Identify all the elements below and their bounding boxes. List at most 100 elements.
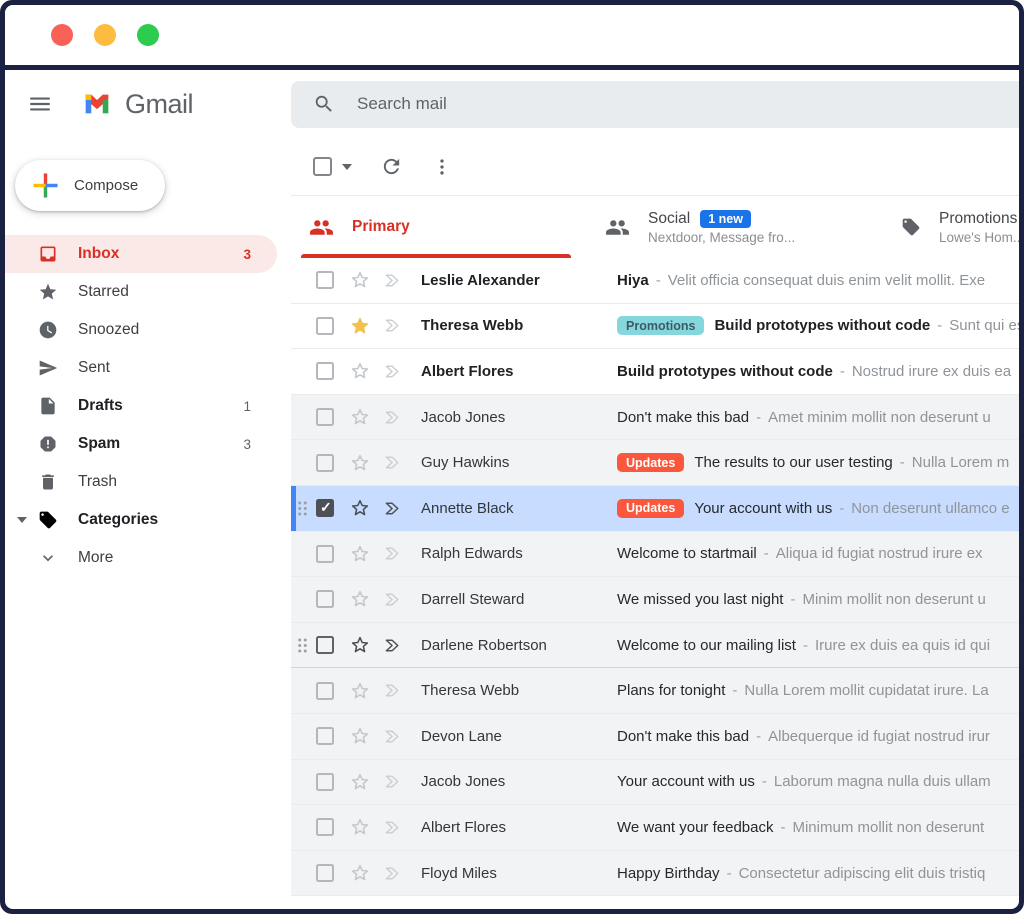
email-row[interactable]: Albert Flores Build prototypes without c…: [291, 349, 1019, 395]
star-icon[interactable]: [349, 543, 371, 565]
email-sender: Albert Flores: [421, 363, 617, 380]
email-snippet: Nulla Lorem m: [912, 454, 1010, 471]
select-all-checkbox[interactable]: [313, 157, 332, 176]
sidebar-item[interactable]: More: [5, 539, 277, 577]
email-checkbox[interactable]: [316, 773, 334, 791]
email-row[interactable]: Devon Lane Don't make this bad - Albeque…: [291, 714, 1019, 760]
compose-button[interactable]: Compose: [15, 160, 165, 211]
traffic-light[interactable]: [94, 24, 116, 46]
importance-marker-icon[interactable]: [382, 589, 403, 610]
importance-marker-icon[interactable]: [382, 863, 403, 884]
email-row[interactable]: Darlene Robertson Welcome to our mailing…: [291, 623, 1019, 669]
email-checkbox[interactable]: [316, 317, 334, 335]
email-checkbox[interactable]: [316, 727, 334, 745]
email-checkbox[interactable]: [316, 408, 334, 426]
email-checkbox[interactable]: [316, 590, 334, 608]
star-icon[interactable]: [349, 406, 371, 428]
traffic-light[interactable]: [51, 24, 73, 46]
importance-marker-icon[interactable]: [382, 771, 403, 792]
drag-handle-icon[interactable]: [297, 636, 312, 655]
email-snippet: Irure ex duis ea quis id qui: [815, 637, 990, 654]
importance-marker-icon[interactable]: [382, 270, 403, 291]
importance-marker-icon[interactable]: [382, 498, 403, 519]
email-checkbox[interactable]: [316, 864, 334, 882]
email-checkbox[interactable]: [316, 636, 334, 654]
star-filled-icon[interactable]: [349, 315, 371, 337]
email-snippet: Albequerque id fugiat nostrud irur: [768, 728, 990, 745]
sidebar-item[interactable]: Spam 3: [5, 425, 277, 463]
select-dropdown-caret-icon[interactable]: [342, 164, 352, 170]
email-checkbox[interactable]: [316, 362, 334, 380]
sidebar-item-count: 1: [243, 399, 251, 414]
email-row[interactable]: Albert Flores We want your feedback - Mi…: [291, 805, 1019, 851]
star-icon[interactable]: [349, 634, 371, 656]
sidebar-item-label: More: [78, 549, 113, 567]
sidebar-item[interactable]: Trash: [5, 463, 277, 501]
email-row[interactable]: Annette Black Updates Your account with …: [291, 486, 1019, 532]
email-checkbox[interactable]: [316, 454, 334, 472]
email-row[interactable]: Floyd Miles Happy Birthday - Consectetur…: [291, 851, 1019, 897]
email-row[interactable]: Theresa Webb Plans for tonight - Nulla L…: [291, 668, 1019, 714]
email-row[interactable]: Leslie Alexander Hiya - Velit officia co…: [291, 258, 1019, 304]
star-icon[interactable]: [349, 360, 371, 382]
email-row[interactable]: Guy Hawkins Updates The results to our u…: [291, 440, 1019, 486]
importance-marker-icon[interactable]: [382, 407, 403, 428]
star-icon[interactable]: [349, 771, 371, 793]
sidebar-item[interactable]: Starred: [5, 273, 277, 311]
star-icon[interactable]: [349, 588, 371, 610]
refresh-icon[interactable]: [380, 155, 403, 178]
email-checkbox[interactable]: [316, 682, 334, 700]
email-row[interactable]: Jacob Jones Don't make this bad - Amet m…: [291, 395, 1019, 441]
more-options-icon[interactable]: [431, 156, 453, 178]
email-snippet: Consectetur adipiscing elit duis tristiq: [739, 865, 986, 882]
star-icon[interactable]: [349, 725, 371, 747]
search-input[interactable]: [357, 94, 861, 114]
tab-promotions[interactable]: Promotions Lowe's Hom...: [883, 196, 1019, 258]
expander-caret-icon[interactable]: [17, 517, 27, 523]
tab-primary[interactable]: Primary: [291, 196, 587, 258]
traffic-light[interactable]: [137, 24, 159, 46]
subject-snippet-separator: -: [900, 454, 905, 471]
star-icon[interactable]: [349, 452, 371, 474]
star-icon[interactable]: [349, 816, 371, 838]
importance-marker-icon[interactable]: [382, 680, 403, 701]
email-sender: Devon Lane: [421, 728, 617, 745]
sidebar-item[interactable]: Categories: [5, 501, 277, 539]
email-row[interactable]: Ralph Edwards Welcome to startmail - Ali…: [291, 532, 1019, 578]
hamburger-menu-icon[interactable]: [27, 91, 53, 117]
email-row[interactable]: Jacob Jones Your account with us - Labor…: [291, 760, 1019, 806]
category-tabs: Primary Social 1 new Nextdoor, Message f…: [291, 196, 1019, 258]
tab-label: Promotions: [939, 210, 1017, 228]
search-bar[interactable]: [291, 81, 1019, 128]
email-subject: We missed you last night: [617, 591, 783, 608]
email-row[interactable]: Theresa Webb Promotions Build prototypes…: [291, 304, 1019, 350]
star-icon[interactable]: [349, 269, 371, 291]
email-sender: Jacob Jones: [421, 409, 617, 426]
star-icon[interactable]: [349, 862, 371, 884]
people-icon: [605, 215, 630, 240]
importance-marker-icon[interactable]: [382, 635, 403, 656]
importance-marker-icon[interactable]: [382, 726, 403, 747]
email-checkbox[interactable]: [316, 545, 334, 563]
importance-marker-icon[interactable]: [382, 315, 403, 336]
tab-social[interactable]: Social 1 new Nextdoor, Message fro...: [587, 196, 883, 258]
sidebar-item[interactable]: Sent: [5, 349, 277, 387]
email-row[interactable]: Darrell Steward We missed you last night…: [291, 577, 1019, 623]
sidebar-item-count: 3: [243, 437, 251, 452]
sidebar-item[interactable]: Snoozed: [5, 311, 277, 349]
sidebar-item[interactable]: Drafts 1: [5, 387, 277, 425]
star-icon[interactable]: [349, 497, 371, 519]
importance-marker-icon[interactable]: [382, 361, 403, 382]
email-snippet: Non deserunt ullamco e: [851, 500, 1009, 517]
email-snippet: Sunt qui es: [949, 317, 1019, 334]
importance-marker-icon[interactable]: [382, 452, 403, 473]
drag-handle-icon[interactable]: [297, 499, 312, 518]
email-sender: Darlene Robertson: [421, 637, 617, 654]
email-checkbox[interactable]: [316, 499, 334, 517]
star-icon[interactable]: [349, 680, 371, 702]
email-checkbox[interactable]: [316, 271, 334, 289]
importance-marker-icon[interactable]: [382, 543, 403, 564]
importance-marker-icon[interactable]: [382, 817, 403, 838]
sidebar-item[interactable]: Inbox 3: [5, 235, 277, 273]
email-checkbox[interactable]: [316, 818, 334, 836]
